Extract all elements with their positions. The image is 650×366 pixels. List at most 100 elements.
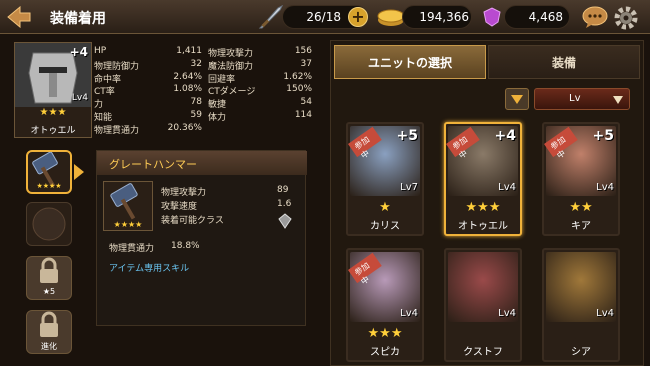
stat-label: CTダメージ — [208, 87, 256, 98]
stat-value: 1.08% — [173, 84, 202, 95]
stat-label: 物理防御力 — [94, 61, 140, 72]
tab-unit-select[interactable]: ユニットの選択 — [334, 45, 486, 79]
weapon-name: グレートハンマー — [97, 151, 307, 175]
weapon-image: ★★★★ — [103, 181, 153, 231]
back-button[interactable] — [4, 3, 32, 31]
stat-value: 78 — [190, 97, 202, 108]
stat-value: 150% — [286, 84, 312, 95]
shield-silhouette-icon — [32, 207, 66, 241]
unit-card[interactable]: 参加中 Lv4 ★★★ スピカ — [346, 248, 424, 362]
stat-label: 命中率 — [94, 74, 122, 85]
stat-label: 物理貫通力 — [94, 125, 140, 136]
unit-card[interactable]: Lv4 シア — [542, 248, 620, 362]
stat-label: 敏捷 — [208, 100, 227, 111]
stat-value: 1.62% — [283, 71, 312, 82]
hero-plus-level: +4 — [69, 45, 88, 59]
stat-value: 20.36% — [167, 122, 202, 133]
unit-name: キア — [571, 221, 591, 232]
stat-value: 2.64% — [173, 71, 202, 82]
gem-icon — [480, 6, 504, 28]
unit-level: Lv7 — [400, 182, 418, 193]
weapon-sub-value: 18.8% — [171, 241, 200, 251]
stat-label: 知能 — [94, 113, 113, 123]
slot4-label: 進化 — [41, 342, 57, 351]
stat-label: 魔法防御力 — [208, 61, 254, 72]
weapon-detail-panel: グレートハンマー ★★★★ 物理攻撃力 89 攻撃速度 1.6 装着可能クラス 物理貫通… — [96, 150, 307, 326]
stat-label: 体力 — [208, 113, 227, 123]
hammer-icon — [110, 183, 138, 220]
weapon-slot-stars: ★★★★ — [36, 182, 62, 190]
stat-value: 54 — [300, 97, 312, 108]
unit-grid: 参加中 +5 Lv7 ★ カリス 参加中 +4 Lv4 ★★★ オトゥエル 参加中 +5 Lv4 ★★ キア… — [340, 120, 640, 366]
sort-order-toggle[interactable] — [505, 88, 529, 110]
settings-gear-icon[interactable] — [612, 4, 640, 32]
unit-stars: ★★★ — [465, 200, 501, 215]
unit-name: オトゥエル — [458, 221, 508, 232]
chevron-down-icon — [613, 96, 623, 104]
lock-icon — [40, 311, 58, 337]
hero-stars: ★★★ — [39, 107, 67, 118]
locked-slot-star5[interactable]: ★5 — [26, 256, 72, 300]
unit-stars: ★ — [379, 200, 391, 215]
stat-value: 32 — [190, 58, 202, 69]
locked-slot-evolve[interactable]: 進化 — [26, 310, 72, 354]
hero-stats-panel: +4 Lv4 ★★★ オトゥエル HP 1,411 物理防御力 32 命中率 2.64% C… — [10, 38, 320, 142]
item-skill-label: アイテム専用スキル — [109, 264, 190, 274]
weapon-stat-label: 物理攻撃力 — [161, 188, 207, 198]
unit-name: シア — [571, 347, 591, 358]
stat-label: 力 — [94, 100, 104, 111]
stat-value: 37 — [300, 58, 312, 69]
stat-value: 59 — [190, 110, 202, 120]
gold-display: 194,366 — [402, 5, 472, 29]
class-emblem-icon — [277, 213, 293, 229]
unit-plus-level: +4 — [494, 128, 516, 144]
stat-value: 1,411 — [176, 46, 202, 56]
triangle-down-icon — [511, 95, 523, 104]
stat-value: 114 — [294, 110, 312, 120]
unit-name: スピカ — [370, 347, 400, 358]
unit-level: Lv4 — [498, 308, 516, 319]
unit-level: Lv4 — [596, 308, 614, 319]
stat-label: 物理攻撃力 — [208, 49, 254, 59]
sort-select-value: Lv — [569, 93, 581, 104]
weapon-stat-label: 攻撃速度 — [161, 202, 198, 212]
weapon-stat-value: 89 — [277, 185, 289, 195]
unit-plus-level: +5 — [592, 128, 614, 144]
armor-slot-empty[interactable] — [26, 202, 72, 246]
unit-stars: ★★ — [569, 200, 593, 215]
gold-amount: 194,366 — [419, 10, 469, 24]
unit-card[interactable]: Lv4 クストフ — [444, 248, 522, 362]
gem-amount: 4,468 — [528, 10, 563, 24]
weapon-stars: ★★★★ — [113, 220, 143, 229]
chat-icon[interactable] — [582, 5, 608, 29]
unit-card[interactable]: 参加中 +4 Lv4 ★★★ オトゥエル — [444, 122, 522, 236]
weapon-sub-label: 物理貫通力 — [109, 244, 155, 254]
weapon-stat-label: 装着可能クラス — [161, 216, 224, 226]
lock-icon — [40, 257, 58, 283]
unit-level: Lv4 — [400, 308, 418, 319]
add-slot-button[interactable]: + — [348, 7, 368, 27]
weapon-count: 26/18 — [306, 10, 341, 24]
sort-select[interactable]: Lv — [534, 88, 630, 110]
unit-stars: ★★★ — [367, 326, 403, 341]
sword-icon — [258, 4, 284, 30]
tab-equip[interactable]: 装備 — [488, 45, 640, 79]
hero-level: Lv4 — [71, 93, 88, 103]
pointer-arrow-icon — [74, 164, 84, 180]
stat-label: HP — [94, 46, 107, 56]
stat-label: 回避率 — [208, 74, 236, 85]
hero-name: オトゥエル — [30, 126, 76, 136]
unit-card[interactable]: 参加中 +5 Lv4 ★★ キア — [542, 122, 620, 236]
slot3-label: ★5 — [42, 287, 56, 296]
unit-level: Lv4 — [596, 182, 614, 193]
page-title: 装備着用 — [50, 11, 106, 27]
unit-plus-level: +5 — [396, 128, 418, 144]
unit-level: Lv4 — [498, 182, 516, 193]
weapon-stat-value: 1.6 — [277, 199, 292, 209]
equipped-weapon-slot[interactable]: ★★★★ — [26, 150, 72, 194]
unit-card[interactable]: 参加中 +5 Lv7 ★ カリス — [346, 122, 424, 236]
unit-name: カリス — [370, 221, 400, 232]
top-bar: 装備着用 26/18 + 194,366 4,468 — [0, 0, 650, 34]
back-arrow-icon — [7, 5, 31, 29]
unit-name: クストフ — [463, 347, 503, 358]
